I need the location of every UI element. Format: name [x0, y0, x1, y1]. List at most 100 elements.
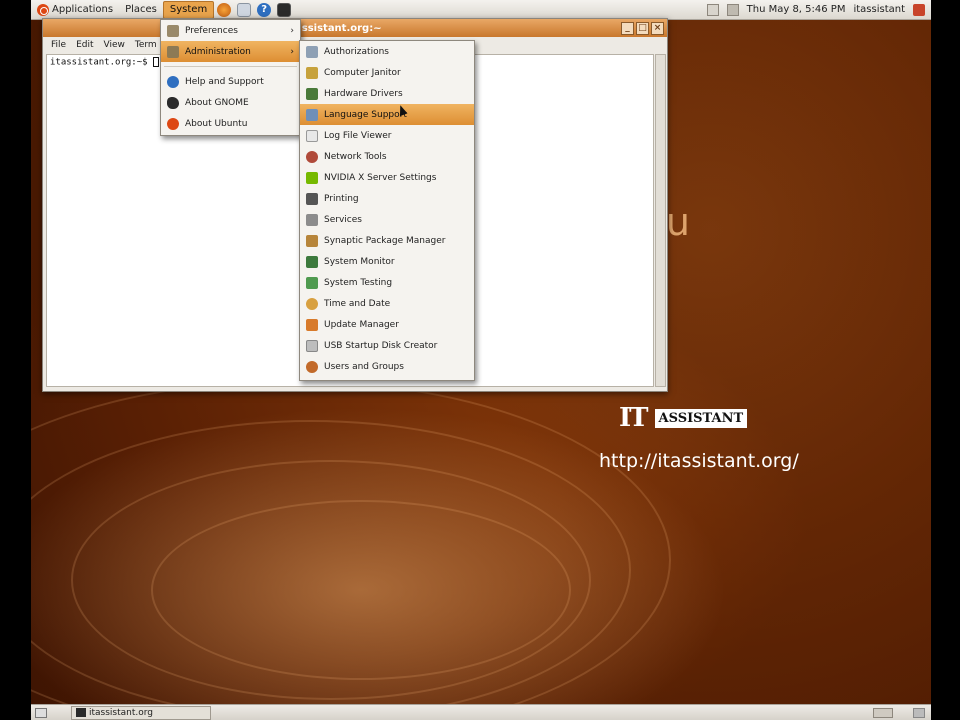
window-controls: _ □ × — [621, 21, 667, 35]
menu-item-label: System Testing — [324, 277, 393, 288]
desktop: tu IT ASSISTANT http://itassistant.org/ … — [31, 0, 931, 720]
menu-item-label: About GNOME — [185, 97, 249, 108]
synaptic-icon — [306, 234, 318, 247]
user-switcher[interactable]: itassistant — [853, 4, 905, 15]
menu-item-label: Authorizations — [324, 46, 389, 57]
terminal-titlebar[interactable]: assistant.org:~ _ □ × — [43, 19, 667, 37]
menu-item-hardware-drivers[interactable]: Hardware Drivers — [300, 83, 474, 104]
firefox-launcher-icon[interactable] — [217, 2, 232, 17]
wallpaper-swirl — [151, 500, 571, 680]
administration-icon — [167, 45, 179, 58]
menu-item-users-and-groups[interactable]: Users and Groups — [300, 356, 474, 377]
workspace-switcher[interactable] — [873, 707, 893, 718]
site-url: http://itassistant.org/ — [599, 450, 799, 472]
menu-item-label: Printing — [324, 193, 359, 204]
mail-launcher-icon[interactable] — [237, 2, 252, 17]
testing-icon — [306, 276, 318, 289]
menu-item-label: Preferences — [185, 25, 238, 36]
menu-item-language-support[interactable]: Language Support — [300, 104, 474, 125]
taskbar-terminal-button[interactable]: itassistant.org — [71, 705, 211, 720]
applications-menu[interactable]: Applications — [31, 1, 119, 19]
itassistant-logo: IT ASSISTANT — [619, 403, 748, 433]
menu-item-nvidia-settings[interactable]: NVIDIA X Server Settings — [300, 167, 474, 188]
ubuntu-icon — [167, 117, 179, 130]
menu-item-label: USB Startup Disk Creator — [324, 340, 438, 351]
hardware-icon — [306, 87, 318, 100]
help-icon — [167, 75, 179, 88]
taskbar-label: itassistant.org — [89, 707, 154, 718]
minimize-button[interactable]: _ — [621, 21, 634, 35]
menu-terminal[interactable]: Term — [135, 40, 157, 50]
users-icon — [306, 360, 318, 373]
network-status-icon[interactable] — [706, 3, 719, 16]
menu-edit[interactable]: Edit — [76, 40, 93, 50]
menu-item-preferences[interactable]: Preferences › — [161, 20, 300, 41]
menu-item-about-ubuntu[interactable]: About Ubuntu — [161, 113, 300, 134]
menu-item-label: Computer Janitor — [324, 67, 401, 78]
monitor-icon — [306, 255, 318, 268]
menu-item-update-manager[interactable]: Update Manager — [300, 314, 474, 335]
trash-icon[interactable] — [913, 707, 925, 718]
menu-item-label: Services — [324, 214, 362, 225]
menu-item-network-tools[interactable]: Network Tools — [300, 146, 474, 167]
menu-item-computer-janitor[interactable]: Computer Janitor — [300, 62, 474, 83]
menu-item-help[interactable]: Help and Support — [161, 71, 300, 92]
volume-icon[interactable] — [726, 3, 739, 16]
submenu-arrow-icon: › — [290, 46, 294, 57]
log-icon — [306, 129, 318, 142]
network-icon — [306, 150, 318, 163]
terminal-cursor — [152, 57, 159, 67]
menu-item-label: About Ubuntu — [185, 118, 248, 129]
menu-item-label: Language Support — [324, 109, 407, 120]
clock[interactable]: Thu May 8, 5:46 PM — [747, 4, 846, 15]
menu-item-label: NVIDIA X Server Settings — [324, 172, 437, 183]
preferences-icon — [167, 24, 179, 37]
terminal-scrollbar[interactable] — [655, 54, 666, 387]
system-tray: Thu May 8, 5:46 PM itassistant — [706, 3, 931, 16]
menu-item-usb-creator[interactable]: USB Startup Disk Creator — [300, 335, 474, 356]
nvidia-icon — [306, 171, 318, 184]
it-logo-glyph: IT — [619, 403, 648, 433]
system-menu[interactable]: System — [162, 0, 215, 19]
bottom-panel: itassistant.org — [31, 704, 931, 720]
services-icon — [306, 213, 318, 226]
menu-item-administration[interactable]: Administration › — [161, 41, 300, 62]
menu-item-label: Log File Viewer — [324, 130, 392, 141]
assistant-wordmark: ASSISTANT — [654, 408, 748, 428]
places-menu[interactable]: Places — [119, 1, 163, 19]
menu-item-authorizations[interactable]: Authorizations — [300, 41, 474, 62]
submenu-arrow-icon: › — [290, 25, 294, 36]
terminal-icon — [76, 708, 86, 717]
help-launcher-icon[interactable]: ? — [257, 2, 272, 17]
close-button[interactable]: × — [651, 21, 664, 35]
menu-view[interactable]: View — [104, 40, 125, 50]
gnome-icon — [167, 96, 179, 109]
applications-label: Applications — [52, 3, 114, 15]
menu-item-label: Administration — [185, 46, 251, 57]
menu-item-system-monitor[interactable]: System Monitor — [300, 251, 474, 272]
menu-item-label: Time and Date — [324, 298, 391, 309]
maximize-button[interactable]: □ — [636, 21, 649, 35]
menu-item-about-gnome[interactable]: About GNOME — [161, 92, 300, 113]
terminal-title: assistant.org:~ — [295, 22, 382, 34]
menu-item-printing[interactable]: Printing — [300, 188, 474, 209]
menu-file[interactable]: File — [51, 40, 66, 50]
ubuntu-logo-icon — [37, 3, 49, 16]
shutdown-icon[interactable] — [913, 3, 925, 16]
language-icon — [306, 108, 318, 121]
menu-separator — [164, 66, 297, 67]
administration-submenu: Authorizations Computer Janitor Hardware… — [299, 40, 475, 381]
terminal-prompt: itassistant.org:~$ — [50, 57, 153, 68]
printer-icon — [306, 192, 318, 205]
system-dropdown: Preferences › Administration › Help and … — [160, 19, 301, 136]
show-desktop-icon[interactable] — [35, 707, 47, 718]
terminal-launcher-icon[interactable] — [277, 2, 292, 17]
menu-item-label: Synaptic Package Manager — [324, 235, 446, 246]
menu-item-services[interactable]: Services — [300, 209, 474, 230]
menu-item-synaptic[interactable]: Synaptic Package Manager — [300, 230, 474, 251]
menu-item-system-testing[interactable]: System Testing — [300, 272, 474, 293]
menu-item-label: Help and Support — [185, 76, 264, 87]
menu-item-log-file-viewer[interactable]: Log File Viewer — [300, 125, 474, 146]
menu-item-time-and-date[interactable]: Time and Date — [300, 293, 474, 314]
menu-item-label: Users and Groups — [324, 361, 404, 372]
